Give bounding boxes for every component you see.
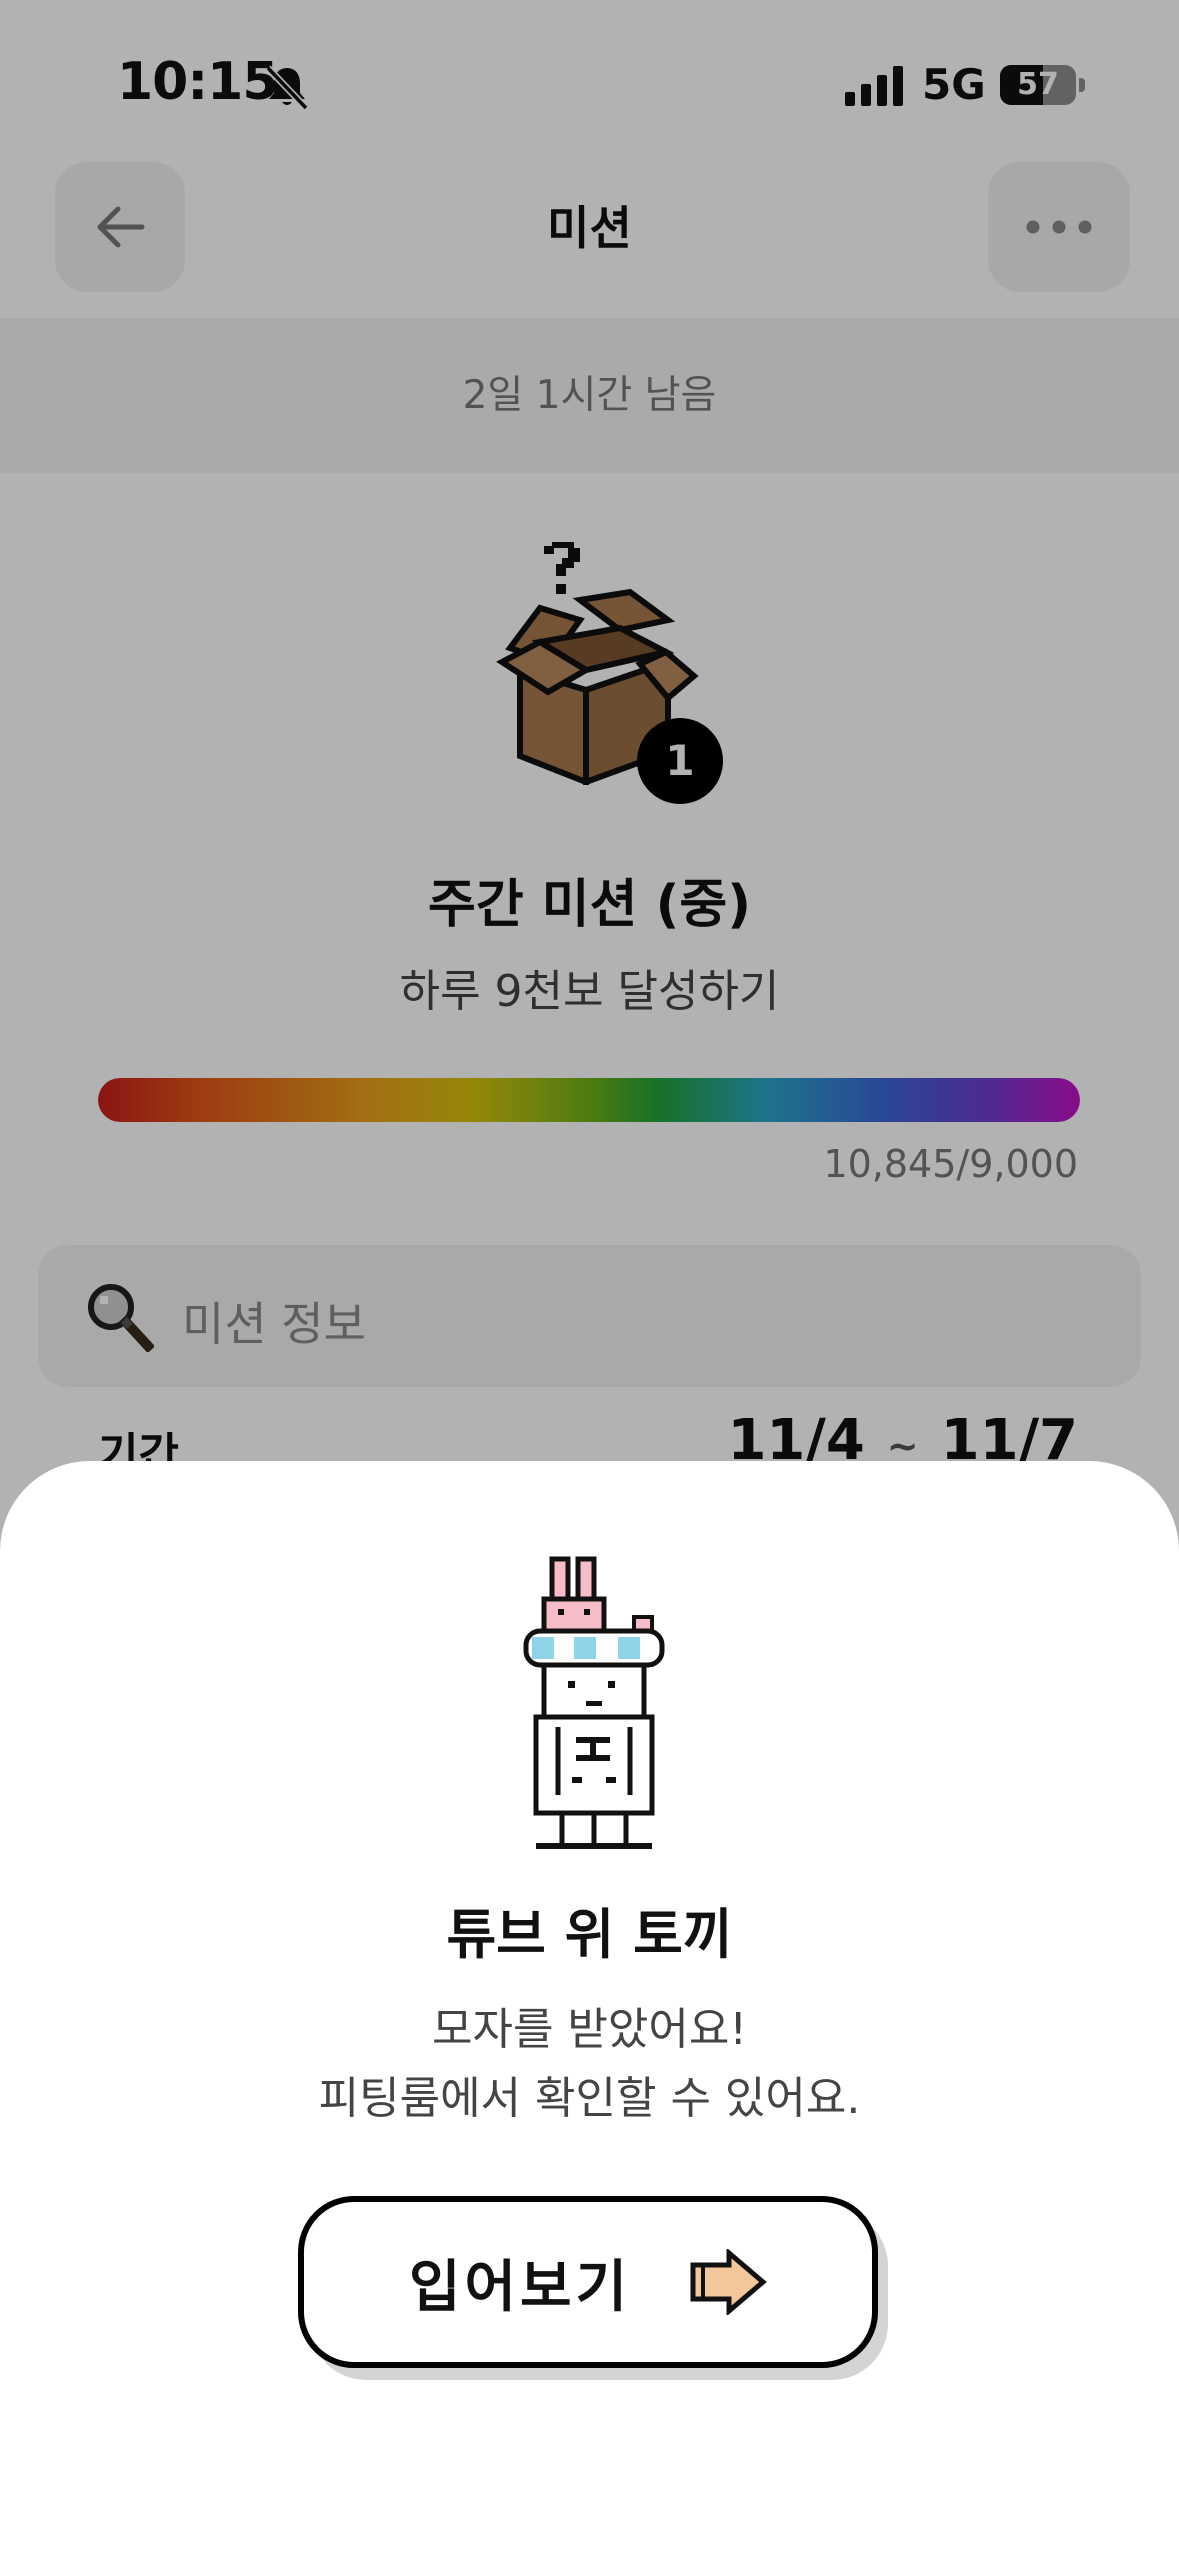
reward-title: 튜브 위 토끼 xyxy=(446,1903,733,1966)
pointing-hand-icon xyxy=(690,2249,767,2315)
reward-message-line2: 피팅룸에서 확인할 수 있어요. xyxy=(318,2073,861,2124)
try-on-button[interactable]: 입어보기 xyxy=(298,2196,878,2368)
rabbit-on-tube-character-icon xyxy=(523,1556,665,1849)
reward-message-line1: 모자를 받았어요! xyxy=(432,2004,747,2055)
mission-screen: 10:15 5G 57 미션 2일 1시간 남음 1 주간 미션 (중) 하루 … xyxy=(0,0,1179,2556)
try-on-label: 입어보기 xyxy=(408,2254,632,2320)
